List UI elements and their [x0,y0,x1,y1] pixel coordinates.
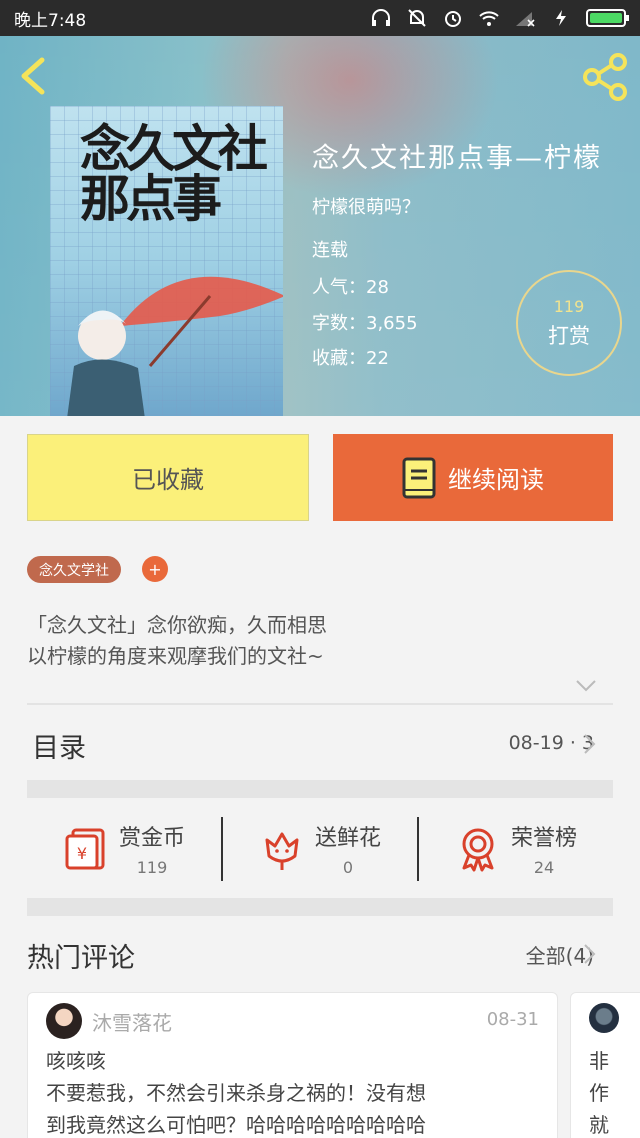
comment-line-3: 就 [589,1113,609,1137]
comment-card[interactable]: 沐雪落花 08-31 咳咳咳 不要惹我，不然会引来杀身之祸的！没有想 到我竟然这… [27,992,558,1138]
saved-button[interactable]: 已收藏 [27,434,309,521]
reward-coins-value: 119 [136,858,168,877]
description-line-2: 以柠檬的角度来观摩我们的文社~ [27,644,324,668]
medal-icon [462,828,494,871]
alarm-icon [445,11,461,27]
charging-icon [556,10,566,26]
section-separator [27,780,613,798]
send-flower-label: 送鲜花 [314,826,381,851]
status-bar: 晚上7:48 [0,0,640,36]
honor-board-stat[interactable]: 荣誉榜 24 [419,820,613,877]
stats-row: ¥ 赏金币 119 送鲜花 0 荣誉榜 24 [27,800,613,897]
expand-chevron-icon[interactable] [575,678,597,694]
section-separator [27,898,613,916]
description-line-1: 「念久文社」念你欲痴，久而相思 [27,613,327,637]
comment-text: 非 作 就 [589,1045,613,1138]
back-chevron-icon[interactable] [14,54,54,98]
book-author[interactable]: 柠檬很萌吗？ [312,193,420,219]
book-popularity: 人气：28 [312,277,389,298]
book-title: 念久文社那点事—柠檬 [312,143,602,174]
chevron-right-icon [584,734,596,754]
chevron-right-icon [584,944,596,964]
book-tag[interactable]: 念久文学社 [27,556,121,583]
svg-text:¥: ¥ [77,844,87,863]
cover-title-text: 念久文社那点事 [80,119,268,228]
red-packet-icon: ¥ [65,828,105,869]
share-icon[interactable] [580,52,630,102]
honor-board-label: 荣誉榜 [510,826,577,851]
book-cover[interactable]: 念久文社那点事 [50,106,283,416]
hot-comments-title: 热门评论 [27,943,135,974]
avatar[interactable] [589,1003,619,1033]
comment-user[interactable]: 沐雪落花 [92,1007,172,1036]
continue-reading-button[interactable]: 继续阅读 [333,434,613,521]
book-favorites: 收藏：22 [312,348,389,369]
comment-line-2: 不要惹我，不然会引来杀身之祸的！没有想 [46,1081,426,1105]
comment-date: 08-31 [486,1009,539,1030]
book-status: 连载 [312,240,348,261]
reward-coins-stat[interactable]: ¥ 赏金币 119 [27,820,221,877]
divider [27,703,613,705]
reward-coins-label: 赏金币 [118,826,185,851]
comment-line-3: 到我竟然这么可怕吧？哈哈哈哈哈哈哈哈哈 [46,1113,426,1137]
flower-icon [265,832,299,870]
status-time: 晚上7:48 [14,10,87,31]
comment-line-1: 咳咳咳 [46,1049,106,1073]
comment-card[interactable]: 非 作 就 [570,992,640,1138]
honor-board-value: 24 [533,858,555,877]
mute-icon [408,9,426,27]
catalog-label: 目录 [32,733,86,764]
headphones-icon [372,9,390,26]
tip-count: 119 [553,296,585,316]
comment-line-1: 非 [589,1049,609,1073]
battery-icon [586,9,629,27]
tip-button[interactable]: 119 打赏 [516,270,622,376]
book-word-count: 字数：3,655 [312,313,418,334]
saved-button-label: 已收藏 [132,466,204,494]
add-tag-button[interactable]: + [142,556,168,582]
comment-text: 咳咳咳 不要惹我，不然会引来杀身之祸的！没有想 到我竟然这么可怕吧？哈哈哈哈哈哈… [46,1045,546,1138]
comment-line-2: 作 [589,1081,609,1105]
send-flower-stat[interactable]: 送鲜花 0 [223,820,417,877]
avatar[interactable] [46,1003,82,1039]
status-icons [370,8,629,28]
wifi-icon [479,11,499,26]
character-illustration [67,310,145,416]
book-description: 「念久文社」念你欲痴，久而相思 以柠檬的角度来观摩我们的文社~ [27,610,617,672]
send-flower-value: 0 [342,858,354,877]
tip-label: 打赏 [548,323,590,348]
signal-icon [516,12,535,27]
continue-reading-label: 继续阅读 [448,466,544,494]
book-icon [402,457,436,498]
